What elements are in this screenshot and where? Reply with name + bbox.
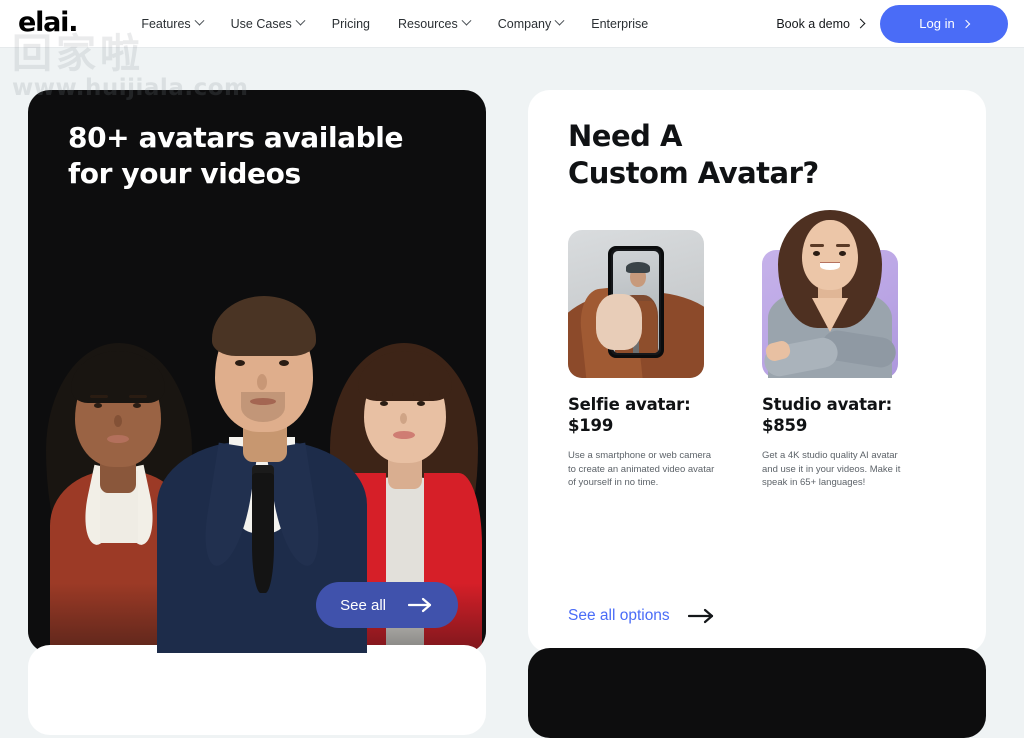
nav-label: Features xyxy=(141,16,191,31)
selfie-option-price: $199 xyxy=(568,416,614,436)
login-label: Log in xyxy=(919,16,955,31)
hero-title-line-2: for your videos xyxy=(68,156,301,190)
arrow-right-icon xyxy=(408,597,432,613)
custom-title-line-2: Custom Avatar? xyxy=(568,156,819,191)
avatar-option-studio[interactable]: Studio avatar: $859 Get a 4K studio qual… xyxy=(761,210,904,490)
book-demo-link[interactable]: Book a demo xyxy=(776,16,866,31)
avatars-hero-card: 80+ avatars available for your videos Se… xyxy=(28,90,486,653)
login-button[interactable]: Log in xyxy=(880,4,1008,43)
studio-avatar-photo xyxy=(761,210,898,379)
chevron-down-icon xyxy=(194,15,205,26)
nav-label: Resources xyxy=(398,16,458,31)
nav-item-company[interactable]: Company xyxy=(497,15,565,31)
arrow-right-icon xyxy=(687,608,713,624)
nav-label: Use Cases xyxy=(230,16,292,31)
selfie-option-title: Selfie avatar: $199 xyxy=(568,394,710,437)
site-header: elai. Features Use Cases Pricing Resourc… xyxy=(0,0,1024,48)
custom-avatar-title: Need A Custom Avatar? xyxy=(568,118,819,192)
chevron-right-icon xyxy=(961,19,970,28)
header-actions: Book a demo Log in xyxy=(776,4,1008,43)
chevron-down-icon xyxy=(295,15,306,26)
hero-title: 80+ avatars available for your videos xyxy=(68,120,403,192)
next-section-card-left xyxy=(28,645,486,735)
nav-label: Company xyxy=(497,16,552,31)
nav-label: Pricing xyxy=(331,16,371,31)
selfie-option-description: Use a smartphone or web camera to create… xyxy=(568,449,715,489)
studio-option-label: Studio avatar: xyxy=(762,395,893,414)
nav-item-resources[interactable]: Resources xyxy=(398,15,472,31)
main-navigation: Features Use Cases Pricing Resources Com… xyxy=(141,15,648,31)
page-content: 80+ avatars available for your videos Se… xyxy=(0,48,1024,738)
custom-title-line-1: Need A xyxy=(568,119,682,153)
studio-option-description: Get a 4K studio quality AI avatar and us… xyxy=(762,449,901,489)
next-section-card-right xyxy=(528,648,986,738)
studio-option-price: $859 xyxy=(762,416,808,436)
nav-item-pricing[interactable]: Pricing xyxy=(332,17,370,31)
studio-option-title: Studio avatar: $859 xyxy=(762,394,904,437)
chevron-right-icon xyxy=(855,18,866,29)
brand-logo[interactable]: elai. xyxy=(18,9,79,36)
chevron-down-icon xyxy=(461,15,472,26)
nav-item-use-cases[interactable]: Use Cases xyxy=(230,15,306,31)
selfie-avatar-photo xyxy=(568,230,704,378)
hero-title-line-1: 80+ avatars available xyxy=(68,121,404,154)
see-all-options-label: See all options xyxy=(568,607,670,624)
avatar-option-selfie[interactable]: Selfie avatar: $199 Use a smartphone or … xyxy=(568,230,714,490)
see-all-options-link[interactable]: See all options xyxy=(568,607,716,625)
see-all-button[interactable]: See all xyxy=(316,582,458,628)
see-all-label: See all xyxy=(340,596,386,614)
selfie-option-label: Selfie avatar: xyxy=(568,395,691,414)
book-demo-label: Book a demo xyxy=(776,16,850,31)
custom-avatar-card: Need A Custom Avatar? Selfie avatar: $19… xyxy=(528,90,986,653)
nav-item-enterprise[interactable]: Enterprise xyxy=(591,17,648,31)
nav-item-features[interactable]: Features xyxy=(141,15,205,31)
avatar-options-list: Selfie avatar: $199 Use a smartphone or … xyxy=(568,210,904,490)
nav-label: Enterprise xyxy=(591,16,649,31)
chevron-down-icon xyxy=(554,15,565,26)
